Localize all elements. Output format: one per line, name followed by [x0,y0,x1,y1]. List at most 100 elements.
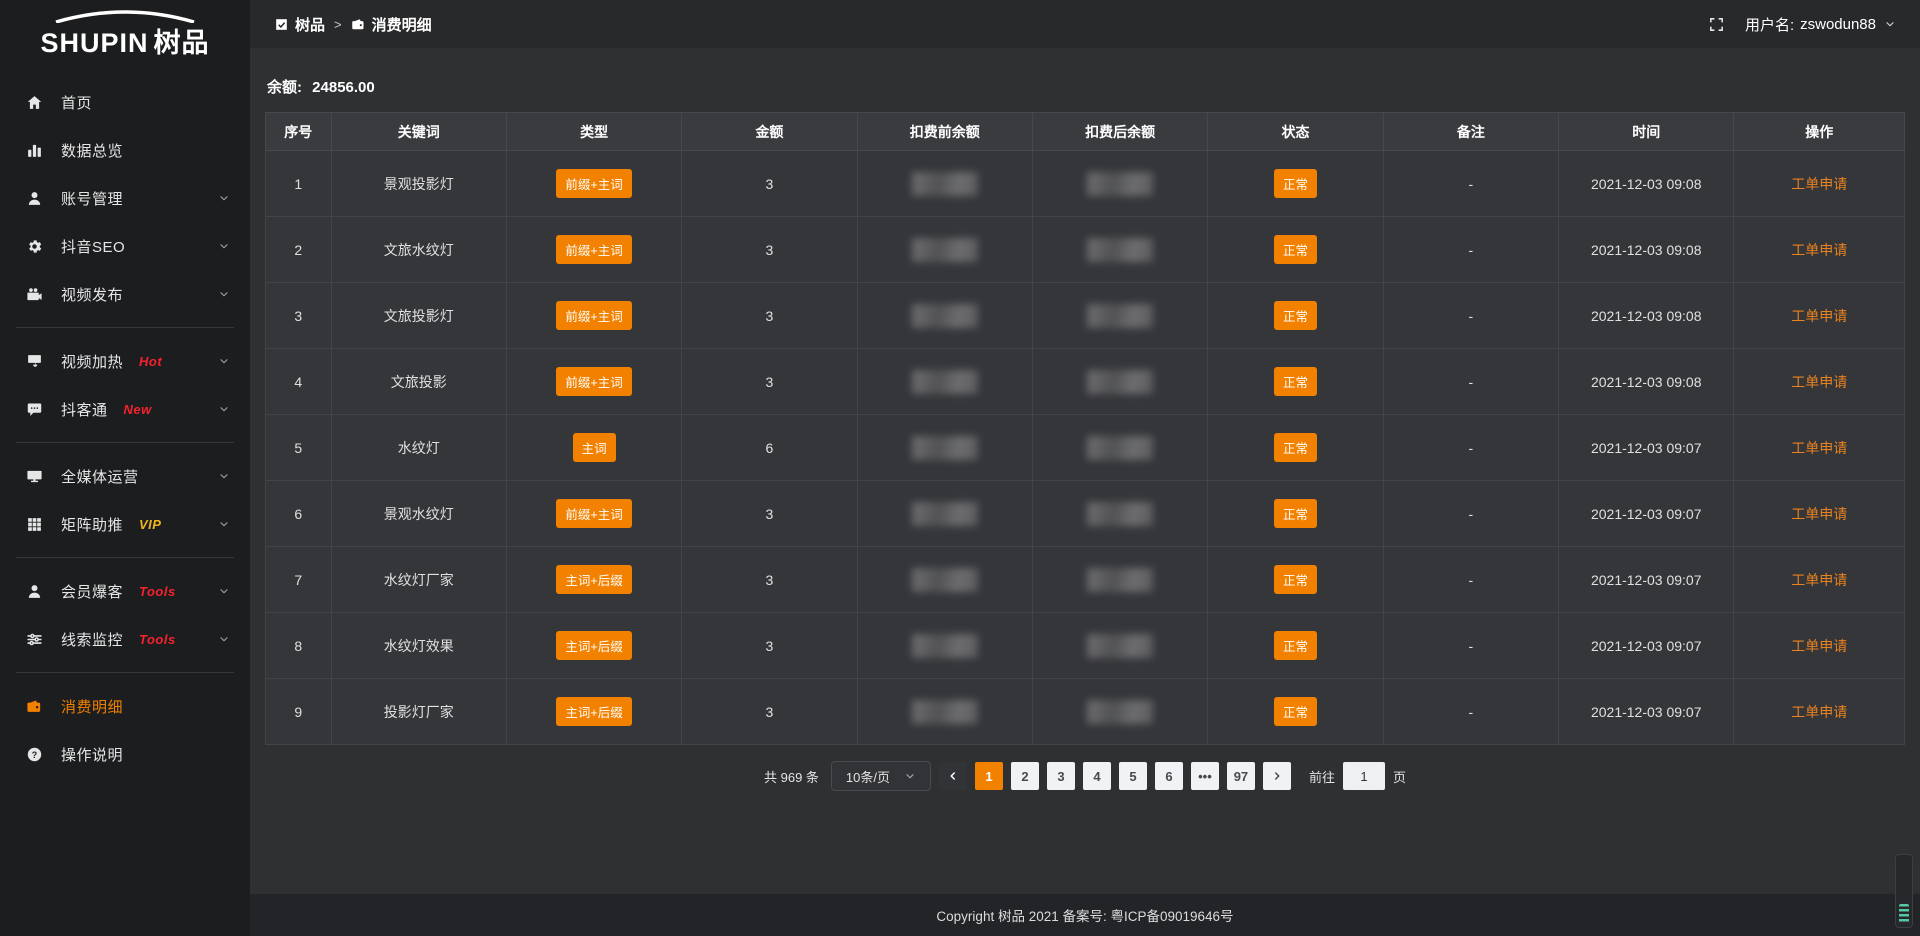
page-buttons: 123456 ••• 97 [975,762,1255,790]
sidebar-item-douyin-seo[interactable]: 抖音SEO [0,222,250,270]
type-badge: 主词+后缀 [556,631,631,660]
cell-amount: 3 [682,283,857,349]
cell-remark: - [1383,283,1558,349]
scroll-indicator-widget[interactable] [1895,854,1913,928]
page-button-5[interactable]: 5 [1119,762,1147,790]
balance: 余额: 24856.00 [267,76,1903,97]
cell-index: 9 [266,679,332,745]
work-order-link[interactable]: 工单申请 [1791,572,1847,588]
type-badge: 前缀+主词 [556,169,631,198]
cell-type: 前缀+主词 [506,481,681,547]
cell-balance-before [857,547,1032,613]
sidebar-item-label: 抖客通 [61,399,108,420]
cell-index: 7 [266,547,332,613]
cell-balance-after [1032,283,1207,349]
cell-balance-after [1032,481,1207,547]
cell-amount: 3 [682,349,857,415]
sidebar-item-account-management[interactable]: 账号管理 [0,174,250,222]
monitor-icon [26,467,46,485]
page-size-select[interactable]: 10条/页 [831,761,931,791]
column-header: 金额 [682,113,857,151]
work-order-link[interactable]: 工单申请 [1791,506,1847,522]
page-ellipsis-button[interactable]: ••• [1191,762,1219,790]
home-icon [26,93,46,111]
sidebar-divider [16,442,234,443]
cell-balance-before [857,283,1032,349]
table-body: 1景观投影灯前缀+主词3正常-2021-12-03 09:08工单申请2文旅水纹… [266,151,1905,745]
table-row: 1景观投影灯前缀+主词3正常-2021-12-03 09:08工单申请 [266,151,1905,217]
cell-remark: - [1383,547,1558,613]
sidebar-item-label: 消费明细 [61,696,123,717]
work-order-link[interactable]: 工单申请 [1791,242,1847,258]
sidebar-item-video-publish[interactable]: 视频发布 [0,270,250,318]
cell-balance-before [857,613,1032,679]
video-icon [26,285,46,303]
cell-action: 工单申请 [1734,679,1905,745]
sidebar-item-label: 线索监控 [61,629,123,650]
table-header-row: 序号关键词类型金额扣费前余额扣费后余额状态备注时间操作 [266,113,1905,151]
sidebar-item-home[interactable]: 首页 [0,78,250,126]
goto-page-input[interactable] [1343,762,1385,790]
cell-balance-after [1032,679,1207,745]
work-order-link[interactable]: 工单申请 [1791,374,1847,390]
cell-index: 2 [266,217,332,283]
sidebar-item-operation-guide[interactable]: ?操作说明 [0,730,250,778]
sidebar-item-member-baoke[interactable]: 会员爆客Tools [0,567,250,615]
cell-index: 4 [266,349,332,415]
page-button-1[interactable]: 1 [975,762,1003,790]
breadcrumb-item-current[interactable]: 消费明细 [351,14,432,35]
fullscreen-icon[interactable] [1708,16,1725,33]
page-button-2[interactable]: 2 [1011,762,1039,790]
sidebar-item-video-heat[interactable]: 视频加热Hot [0,337,250,385]
work-order-link[interactable]: 工单申请 [1791,440,1847,456]
page-button-3[interactable]: 3 [1047,762,1075,790]
chevron-left-icon [947,770,959,782]
column-header: 状态 [1208,113,1383,151]
status-badge: 正常 [1274,697,1317,726]
work-order-link[interactable]: 工单申请 [1791,176,1847,192]
logo-chinese: 树品 [154,28,210,58]
page-button-6[interactable]: 6 [1155,762,1183,790]
redacted-value [1087,370,1153,394]
sidebar-item-label: 账号管理 [61,188,123,209]
cell-remark: - [1383,151,1558,217]
page-button-97[interactable]: 97 [1227,762,1255,790]
chevron-down-icon [218,633,230,645]
sidebar-item-label: 视频发布 [61,284,123,305]
work-order-link[interactable]: 工单申请 [1791,704,1847,720]
redacted-value [912,370,978,394]
next-page-button[interactable] [1263,762,1291,790]
sidebar-item-doukertong[interactable]: 抖客通New [0,385,250,433]
type-badge: 主词+后缀 [556,697,631,726]
user-dropdown[interactable]: 用户名: zswodun88 [1745,14,1896,35]
cell-time: 2021-12-03 09:08 [1559,349,1734,415]
sidebar-item-consumption-detail[interactable]: 消费明细 [0,682,250,730]
heat-screen-icon [26,352,46,370]
page-button-4[interactable]: 4 [1083,762,1111,790]
sidebar-divider [16,327,234,328]
breadcrumb-item-home[interactable]: 树品 [274,14,325,35]
work-order-link[interactable]: 工单申请 [1791,308,1847,324]
work-order-link[interactable]: 工单申请 [1791,638,1847,654]
panel-icon [274,17,289,32]
sidebar-item-matrix-boost[interactable]: 矩阵助推VIP [0,500,250,548]
column-header: 时间 [1559,113,1734,151]
breadcrumb-separator: > [334,17,342,32]
status-badge: 正常 [1274,235,1317,264]
chevron-down-icon [1884,18,1896,30]
cell-status: 正常 [1208,481,1383,547]
balance-label: 余额: [267,79,302,96]
right-pane: 树品 > 消费明细 用户名: zswodun88 [250,0,1920,936]
sidebar-menu: 首页数据总览账号管理抖音SEO 视频发布视频加热Hot抖客通New 全媒体运营矩阵助… [0,64,250,936]
column-header: 备注 [1383,113,1558,151]
chevron-down-icon [218,518,230,530]
cell-balance-before [857,481,1032,547]
sidebar-item-clue-monitor[interactable]: 线索监控Tools [0,615,250,663]
cell-balance-before [857,349,1032,415]
cell-time: 2021-12-03 09:08 [1559,283,1734,349]
cell-action: 工单申请 [1734,613,1905,679]
cell-index: 1 [266,151,332,217]
sidebar-item-data-overview[interactable]: 数据总览 [0,126,250,174]
sidebar-item-omni-media[interactable]: 全媒体运营 [0,452,250,500]
prev-page-button[interactable] [939,762,967,790]
